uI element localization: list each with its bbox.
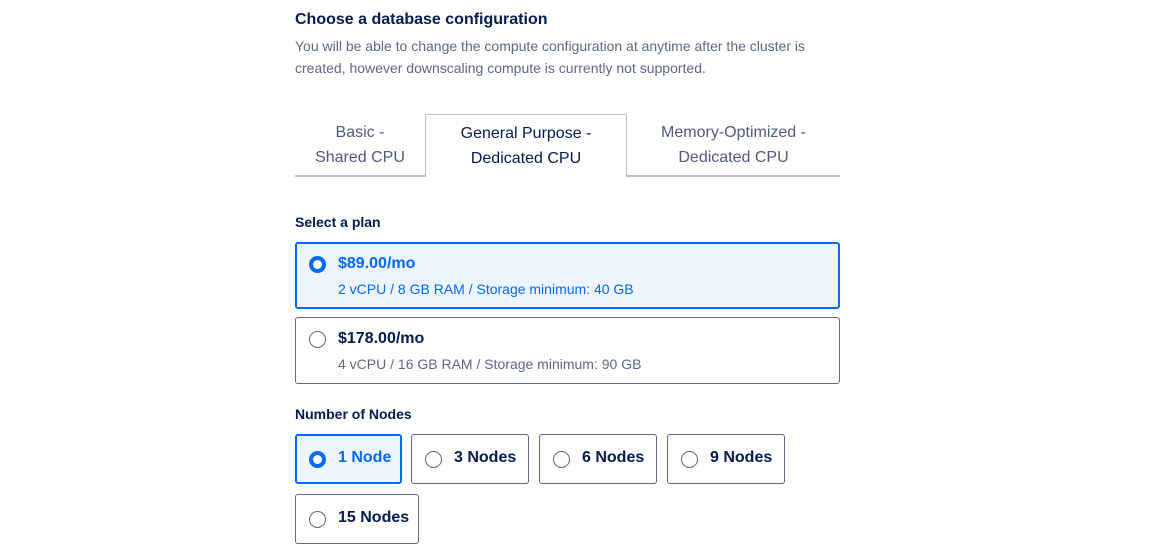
plan-price: $89.00/mo [338, 255, 416, 272]
plan-option-89[interactable]: $89.00/mo 2 vCPU / 8 GB RAM / Storage mi… [295, 242, 840, 309]
section-description: You will be able to change the compute c… [295, 38, 806, 76]
node-option-label: 6 Nodes [582, 449, 645, 466]
plan-price: $178.00/mo [338, 330, 425, 347]
tab-basic-shared-cpu[interactable]: Basic - Shared CPU [295, 114, 425, 175]
tab-label-line2: Shared CPU [315, 148, 405, 166]
tab-label-line1: Memory-Optimized - [661, 123, 806, 141]
select-plan-label: Select a plan [295, 214, 381, 230]
section-heading: Choose a database configuration [295, 11, 548, 28]
node-option-6[interactable]: 6 Nodes [539, 434, 657, 484]
tab-general-purpose-dedicated-cpu[interactable]: General Purpose - Dedicated CPU [425, 114, 627, 177]
plan-option-178[interactable]: $178.00/mo 4 vCPU / 16 GB RAM / Storage … [295, 317, 840, 384]
node-option-9[interactable]: 9 Nodes [667, 434, 785, 484]
plan-spec: 4 vCPU / 16 GB RAM / Storage minimum: 90… [338, 356, 642, 372]
tab-label-line2: Dedicated CPU [470, 150, 582, 167]
node-option-label: 15 Nodes [338, 509, 410, 526]
node-option-label: 9 Nodes [710, 449, 773, 466]
tab-label-line2: Dedicated CPU [678, 148, 789, 166]
tab-label-line1: General Purpose - [460, 125, 592, 142]
tab-memory-optimized-dedicated-cpu[interactable]: Memory-Optimized - Dedicated CPU [627, 114, 840, 175]
radio-selected-icon[interactable] [309, 256, 326, 273]
node-option-1[interactable]: 1 Node [295, 434, 402, 484]
plan-spec: 2 vCPU / 8 GB RAM / Storage minimum: 40 … [338, 281, 634, 297]
radio-unselected-icon[interactable] [309, 331, 326, 348]
radio-selected-icon[interactable] [309, 451, 326, 468]
node-option-label: 3 Nodes [454, 449, 517, 466]
radio-unselected-icon[interactable] [681, 451, 698, 468]
number-of-nodes-label: Number of Nodes [295, 406, 412, 422]
cpu-type-tabs: Basic - Shared CPU General Purpose - Ded… [295, 114, 840, 177]
radio-unselected-icon[interactable] [425, 451, 442, 468]
node-option-15[interactable]: 15 Nodes [295, 494, 419, 544]
radio-unselected-icon[interactable] [553, 451, 570, 468]
radio-unselected-icon[interactable] [309, 511, 326, 528]
node-option-label: 1 Node [338, 449, 392, 466]
tab-label-line1: Basic - [335, 123, 385, 141]
node-option-3[interactable]: 3 Nodes [411, 434, 529, 484]
